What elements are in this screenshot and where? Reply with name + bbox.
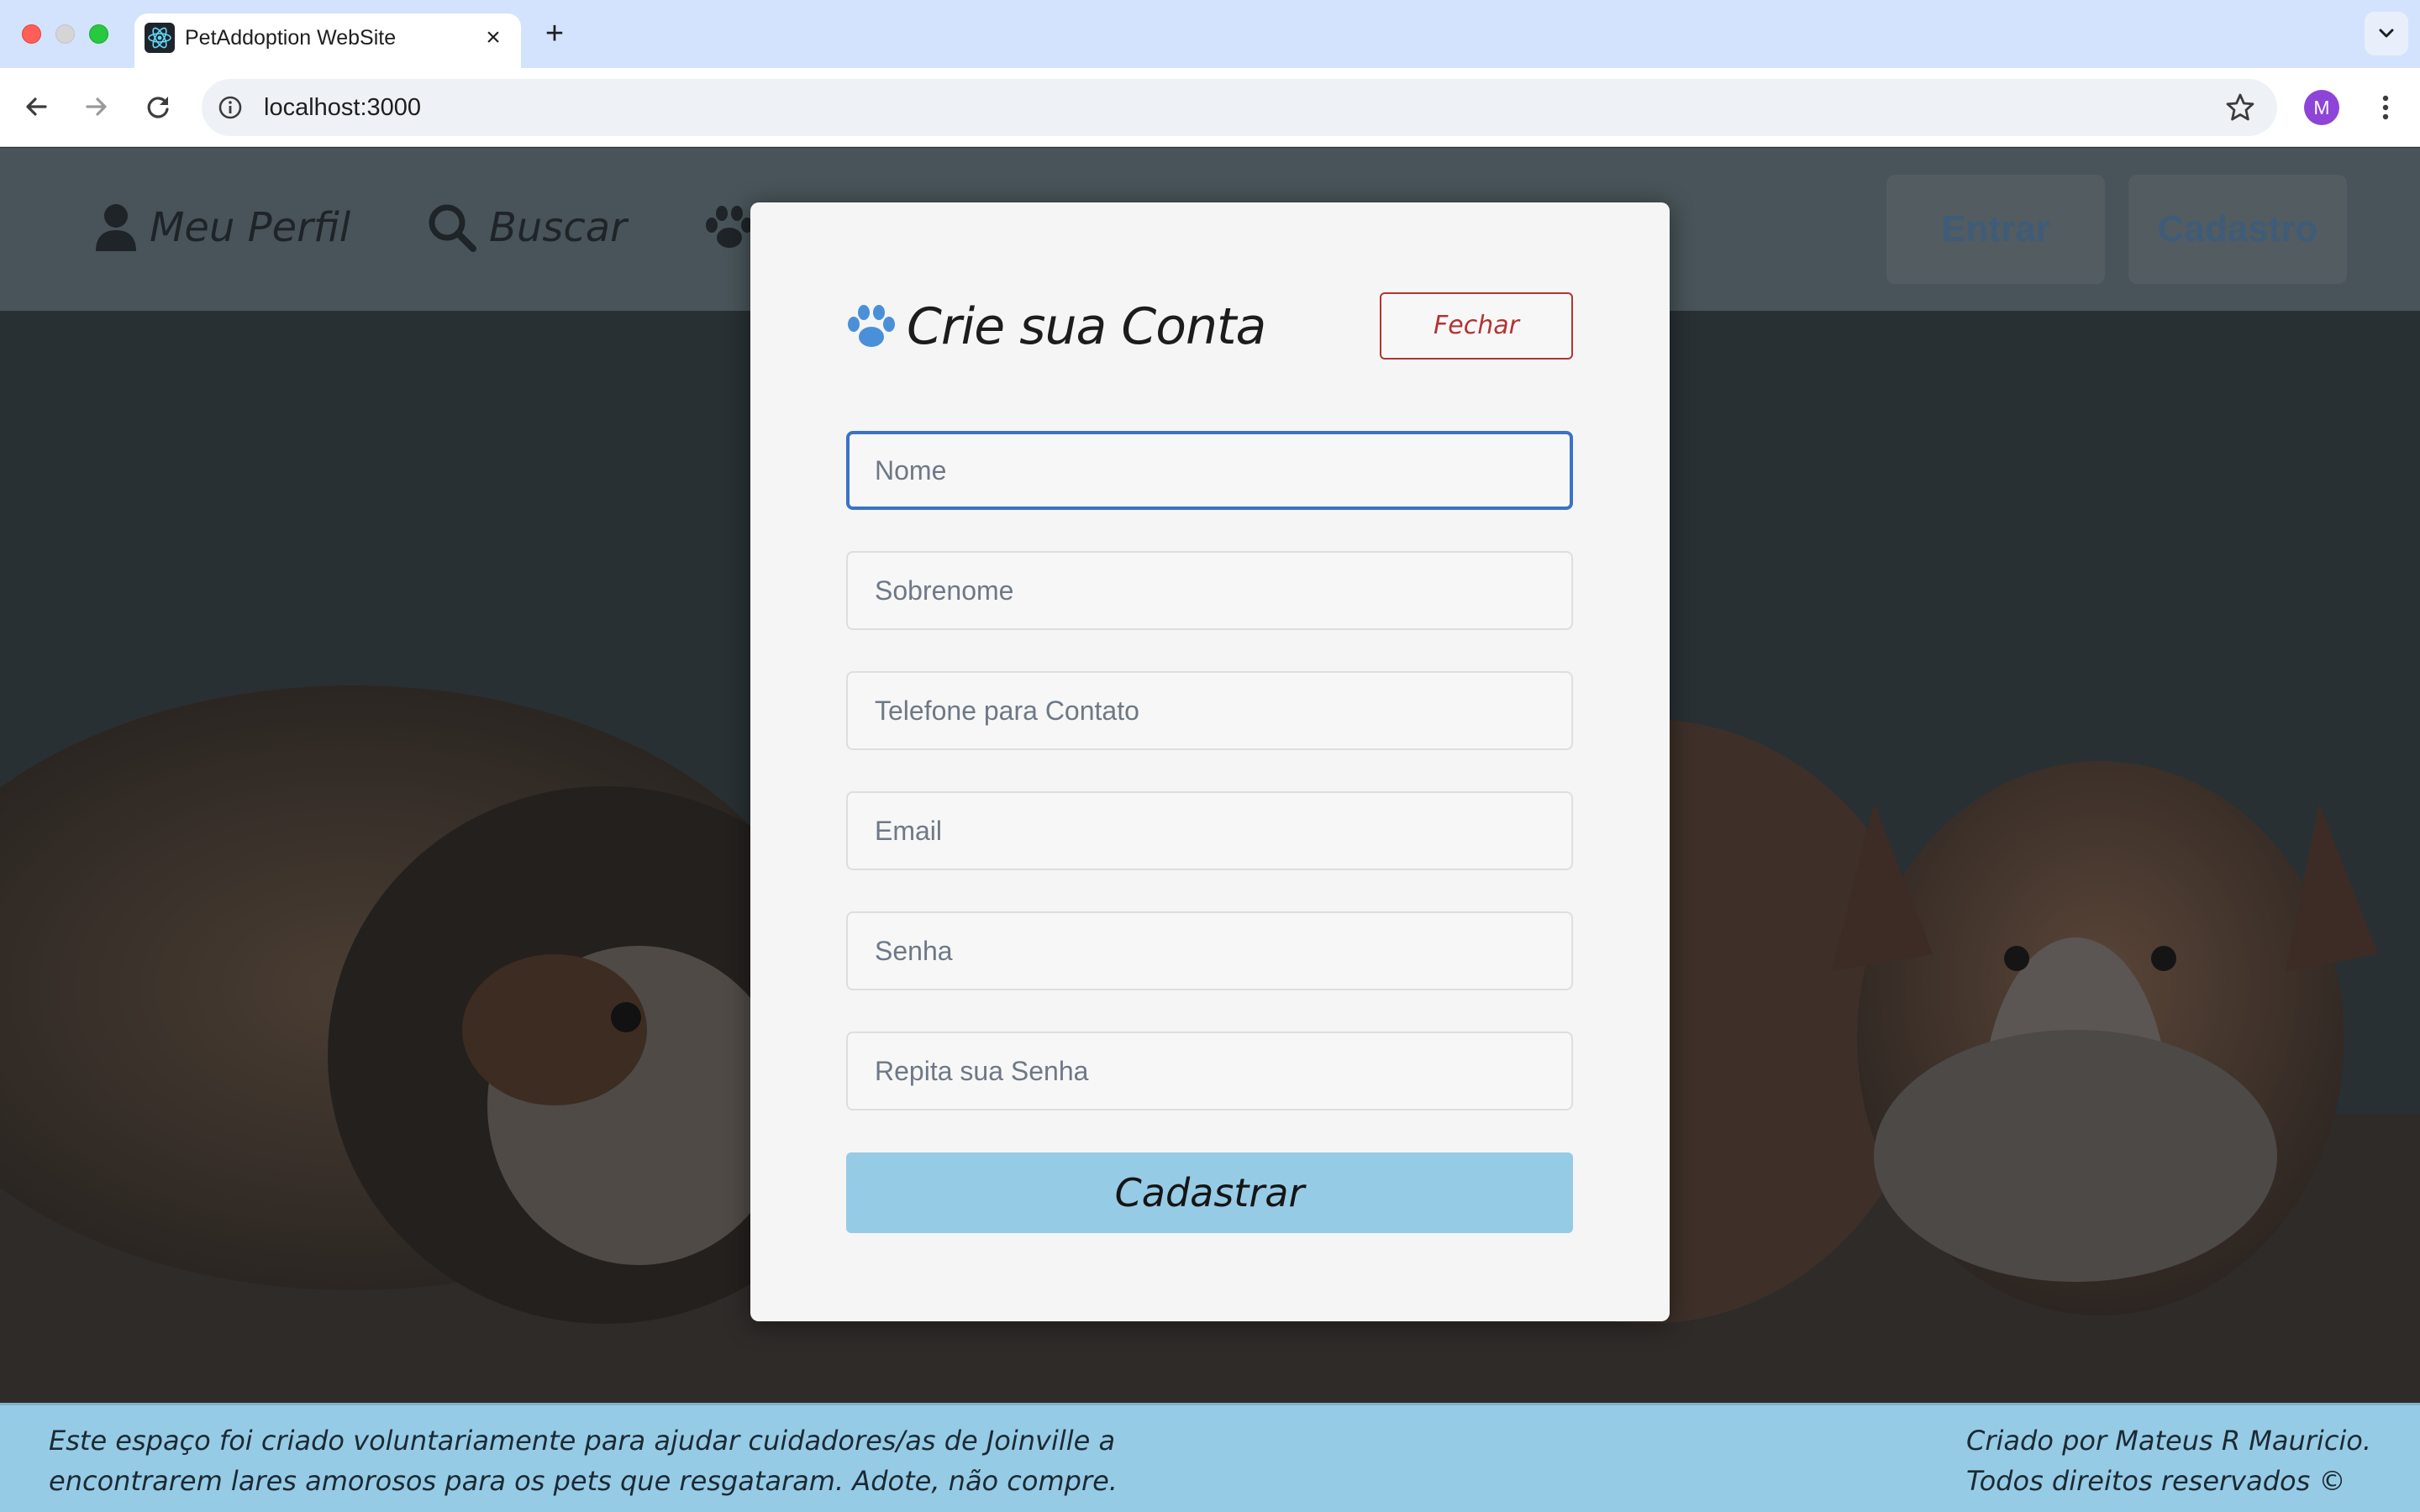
signup-modal: Crie sua Conta Fechar Cadastrar [750,202,1670,1321]
browser-tab-strip: PetAddoption WebSite × + [0,0,2420,68]
arrow-left-icon [26,97,47,116]
password-input[interactable] [846,911,1573,990]
footer-credits: Criado por Mateus R Mauricio. Todos dire… [1966,1420,2403,1501]
footer-about-line-1: Este espaço foi criado voluntariamente p… [49,1425,1116,1457]
submit-signup-button[interactable]: Cadastrar [846,1152,1573,1233]
search-icon [429,204,476,252]
modal-title: Crie sua Conta [907,297,1266,356]
browser-tab-active[interactable]: PetAddoption WebSite × [134,13,521,68]
first-name-input[interactable] [846,431,1573,510]
address-bar[interactable]: localhost:3000 [202,79,2277,136]
paw-icon [848,305,895,347]
bookmark-star-icon[interactable] [2223,91,2257,124]
window-close-button[interactable] [22,24,41,44]
tab-search-button[interactable] [2365,12,2408,55]
email-input[interactable] [846,791,1573,870]
window-minimize-button[interactable] [55,24,75,44]
browser-menu-button[interactable] [2368,90,2403,125]
nav-search-link[interactable]: Buscar [427,198,627,257]
more-vert-icon [2382,95,2389,120]
tab-title: PetAddoption WebSite [185,26,397,50]
last-name-input[interactable] [846,551,1573,630]
nav-search-label: Buscar [489,204,627,251]
reload-button[interactable] [138,87,178,127]
new-tab-button[interactable]: + [538,17,571,50]
close-button[interactable]: Fechar [1380,292,1573,360]
repeat-password-input[interactable] [846,1032,1573,1110]
nav-profile-link[interactable]: Meu Perfil [94,198,350,257]
signup-button[interactable]: Cadastro [2128,175,2347,284]
browser-toolbar: localhost:3000 M [0,68,2420,147]
back-button[interactable] [17,87,57,127]
window-zoom-button[interactable] [89,24,108,44]
paw-icon [706,206,753,248]
arrow-right-icon [86,97,107,116]
tab-close-icon[interactable]: × [479,24,508,52]
phone-input[interactable] [846,671,1573,750]
footer-credits-line-1: Criado por Mateus R Mauricio. [1966,1425,2372,1457]
react-favicon-icon [145,23,175,53]
site-info-icon[interactable] [217,94,244,121]
reload-icon [147,97,169,118]
footer-credits-line-2: Todos direitos reservados © [1966,1465,2346,1497]
site-footer: Este espaço foi criado voluntariamente p… [0,1403,2420,1512]
modal-header: Crie sua Conta [846,293,1266,360]
nav-pets-link[interactable] [704,198,755,257]
url-text[interactable]: localhost:3000 [264,93,421,122]
footer-about: Este espaço foi criado voluntariamente p… [49,1420,1208,1501]
login-button[interactable]: Entrar [1886,175,2105,284]
chevron-down-icon [2379,29,2394,38]
footer-about-line-2: encontrarem lares amorosos para os pets … [49,1465,1118,1497]
user-icon [96,204,136,251]
forward-button[interactable] [76,87,116,127]
profile-avatar[interactable]: M [2304,90,2339,125]
nav-profile-label: Meu Perfil [150,204,351,251]
